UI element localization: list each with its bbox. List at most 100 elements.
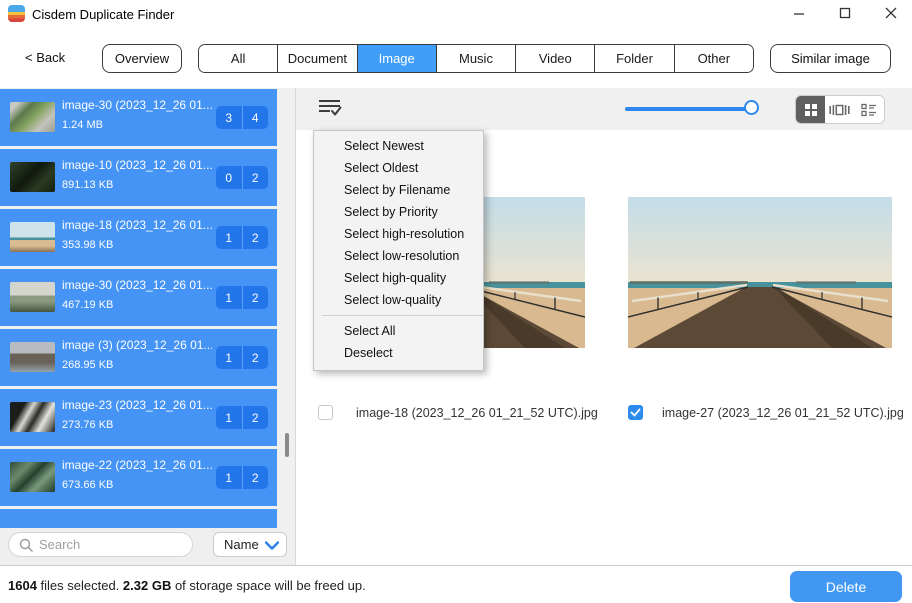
duplicate-groups-list: image-30 (2023_12_26 01... 1.24 MB 3 4 i… xyxy=(0,88,295,528)
select-list-icon xyxy=(318,97,342,119)
sort-dropdown[interactable]: Name xyxy=(213,532,287,557)
list-item[interactable]: image (3) (2023_12_26 01... 268.95 KB 1 … xyxy=(0,329,277,386)
sort-value: Name xyxy=(224,537,259,552)
tab-all[interactable]: All xyxy=(199,45,278,72)
delete-button[interactable]: Delete xyxy=(790,571,902,602)
file-checkbox-checked[interactable] xyxy=(628,405,643,420)
list-item[interactable]: image-30 (2023_12_26 01... 467.19 KB 1 2 xyxy=(0,269,277,326)
tab-document[interactable]: Document xyxy=(278,45,357,72)
space-freed-label: of storage space will be freed up. xyxy=(171,578,365,593)
minimize-button[interactable] xyxy=(782,0,816,26)
list-item-partial[interactable] xyxy=(0,509,277,528)
tab-other[interactable]: Other xyxy=(675,45,753,72)
file-name-label: image-18 (2023_12_26 01_21_52 UTC).jpg xyxy=(356,406,598,420)
list-item[interactable]: image-18 (2023_12_26 01... 353.98 KB 1 2 xyxy=(0,209,277,266)
sidebar-scrollbar[interactable] xyxy=(285,433,289,457)
space-freed-value: 2.32 GB xyxy=(123,578,171,593)
menu-item-select-oldest[interactable]: Select Oldest xyxy=(314,157,483,179)
duplicate-image-preview[interactable] xyxy=(628,197,892,348)
count-badge: 1 2 xyxy=(216,226,268,249)
list-item[interactable]: image-22 (2023_12_26 01... 673.66 KB 1 2 xyxy=(0,449,277,506)
app-logo-icon xyxy=(8,5,25,22)
title-bar: Cisdem Duplicate Finder xyxy=(0,0,912,28)
total-count: 2 xyxy=(243,226,269,249)
thumbnail-size-slider[interactable] xyxy=(625,107,755,111)
file-name: image-30 (2023_12_26 01... xyxy=(62,98,212,112)
status-bar: 1604 files selected. 2.32 GB of storage … xyxy=(0,565,912,603)
count-badge: 0 2 xyxy=(216,166,268,189)
list-item[interactable]: image-30 (2023_12_26 01... 1.24 MB 3 4 xyxy=(0,89,277,146)
thumbnail xyxy=(10,402,55,432)
file-size: 268.95 KB xyxy=(62,359,113,371)
tab-video[interactable]: Video xyxy=(516,45,595,72)
window-title: Cisdem Duplicate Finder xyxy=(32,7,174,22)
selected-count: 1 xyxy=(216,466,243,489)
menu-item-select-by-priority[interactable]: Select by Priority xyxy=(314,201,483,223)
file-name: image-10 (2023_12_26 01... xyxy=(62,158,212,172)
selected-count: 1 xyxy=(216,406,243,429)
status-summary: 1604 files selected. 2.32 GB of storage … xyxy=(8,578,366,593)
tab-image[interactable]: Image xyxy=(358,45,437,72)
menu-separator xyxy=(322,315,483,316)
file-name: image (3) (2023_12_26 01... xyxy=(62,338,212,352)
overview-button[interactable]: Overview xyxy=(102,44,182,73)
carousel-view-button[interactable] xyxy=(825,96,854,123)
file-name-label: image-27 (2023_12_26 01_21_52 UTC).jpg xyxy=(662,406,904,420)
file-size: 1.24 MB xyxy=(62,119,103,131)
main-toolbar xyxy=(296,88,912,130)
count-badge: 1 2 xyxy=(216,406,268,429)
file-size: 891.13 KB xyxy=(62,179,113,191)
thumbnail xyxy=(10,102,55,132)
auto-select-menu: Select Newest Select Oldest Select by Fi… xyxy=(313,130,484,371)
file-name: image-22 (2023_12_26 01... xyxy=(62,458,212,472)
search-box[interactable] xyxy=(8,532,193,557)
close-icon xyxy=(885,7,897,19)
menu-item-select-newest[interactable]: Select Newest xyxy=(314,135,483,157)
tab-folder[interactable]: Folder xyxy=(595,45,674,72)
thumbnail xyxy=(10,162,55,192)
menu-item-select-low-quality[interactable]: Select low-quality xyxy=(314,289,483,311)
file-name: image-30 (2023_12_26 01... xyxy=(62,278,212,292)
files-selected-count: 1604 xyxy=(8,578,37,593)
file-checkbox-unchecked[interactable] xyxy=(318,405,333,420)
menu-item-select-low-resolution[interactable]: Select low-resolution xyxy=(314,245,483,267)
app-window: Cisdem Duplicate Finder < Back Overview … xyxy=(0,0,912,603)
file-size: 273.76 KB xyxy=(62,419,113,431)
menu-item-select-all[interactable]: Select All xyxy=(314,320,483,342)
similar-image-button[interactable]: Similar image xyxy=(770,44,891,73)
minimize-icon xyxy=(793,7,805,19)
file-name: image-23 (2023_12_26 01... xyxy=(62,398,212,412)
list-item[interactable]: image-10 (2023_12_26 01... 891.13 KB 0 2 xyxy=(0,149,277,206)
total-count: 4 xyxy=(243,106,269,129)
count-badge: 1 2 xyxy=(216,346,268,369)
file-name: image-18 (2023_12_26 01... xyxy=(62,218,212,232)
total-count: 2 xyxy=(243,286,269,309)
close-button[interactable] xyxy=(874,0,908,26)
main-content: image-18 (2023_12_26 01_21_52 UTC).jpg i… xyxy=(296,88,912,565)
menu-item-select-high-quality[interactable]: Select high-quality xyxy=(314,267,483,289)
check-icon xyxy=(629,406,642,419)
view-toggle-group xyxy=(795,95,885,124)
menu-item-select-high-resolution[interactable]: Select high-resolution xyxy=(314,223,483,245)
thumbnail xyxy=(10,342,55,372)
total-count: 2 xyxy=(243,466,269,489)
back-button[interactable]: < Back xyxy=(25,50,65,65)
selected-count: 1 xyxy=(216,346,243,369)
list-item[interactable]: image-23 (2023_12_26 01... 273.76 KB 1 2 xyxy=(0,389,277,446)
count-badge: 1 2 xyxy=(216,286,268,309)
search-input[interactable] xyxy=(39,534,187,555)
list-view-button[interactable] xyxy=(855,96,884,123)
carousel-view-icon xyxy=(829,103,850,117)
auto-select-menu-button[interactable] xyxy=(318,97,342,119)
grid-view-icon xyxy=(804,103,818,117)
count-badge: 1 2 xyxy=(216,466,268,489)
menu-item-select-by-filename[interactable]: Select by Filename xyxy=(314,179,483,201)
grid-view-button[interactable] xyxy=(796,96,825,123)
maximize-button[interactable] xyxy=(828,0,862,26)
total-count: 2 xyxy=(243,406,269,429)
slider-thumb[interactable] xyxy=(744,100,759,115)
search-icon xyxy=(19,538,34,553)
menu-item-deselect[interactable]: Deselect xyxy=(314,342,483,364)
files-selected-label: files selected. xyxy=(37,578,123,593)
tab-music[interactable]: Music xyxy=(437,45,516,72)
